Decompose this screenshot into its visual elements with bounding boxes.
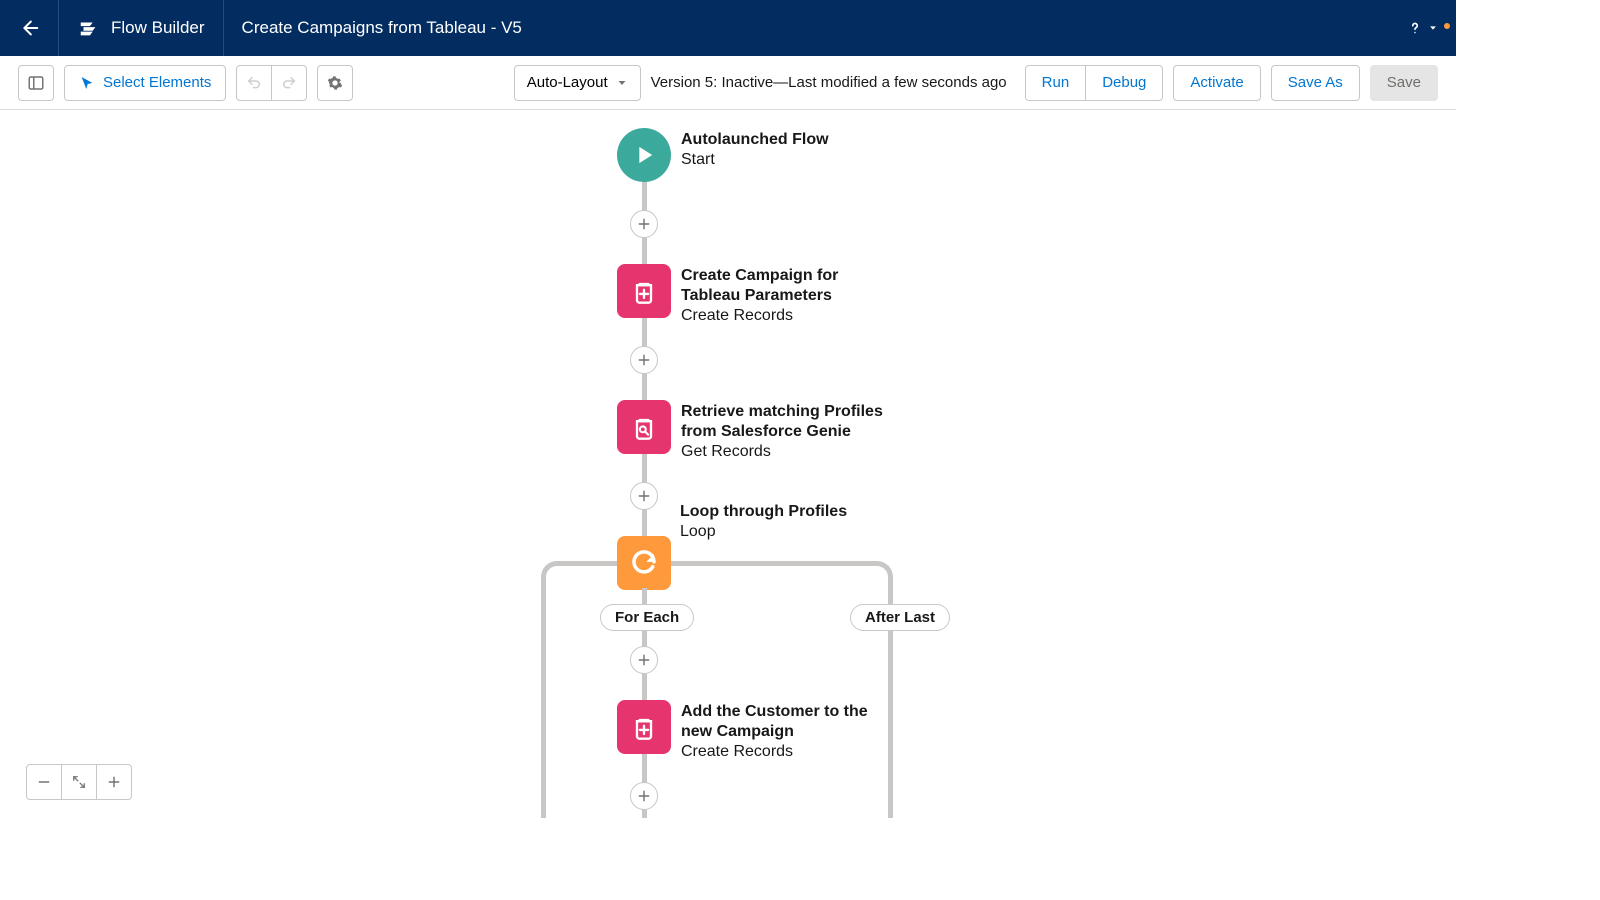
- node-label: Add the Customer to the new Campaign Cre…: [681, 700, 881, 762]
- after-last-label: After Last: [850, 604, 950, 631]
- plus-icon: [637, 217, 651, 231]
- for-each-label: For Each: [600, 604, 694, 631]
- node-label: Create Campaign for Tableau Parameters C…: [681, 264, 881, 326]
- add-element-button[interactable]: [630, 210, 658, 238]
- connector: [671, 561, 877, 566]
- zoom-in-button[interactable]: [96, 764, 132, 800]
- toggle-panel-button[interactable]: [18, 65, 54, 101]
- flow-builder-icon: [77, 16, 101, 40]
- get-records-node[interactable]: Retrieve matching Profiles from Salesfor…: [617, 400, 901, 462]
- history-controls: [236, 65, 307, 101]
- chevron-down-icon: [1428, 23, 1438, 33]
- notification-dot: [1444, 23, 1450, 29]
- chevron-down-icon: [616, 77, 628, 89]
- zoom-controls: [26, 764, 132, 800]
- connector: [541, 577, 546, 818]
- loop-node[interactable]: [617, 536, 671, 590]
- cursor-icon: [79, 75, 95, 91]
- fit-icon: [72, 775, 86, 789]
- fit-to-screen-button[interactable]: [61, 764, 97, 800]
- loop-label: Loop through Profiles Loop: [680, 500, 847, 542]
- loop-icon: [617, 536, 671, 590]
- page-title: Create Campaigns from Tableau - V5: [224, 18, 540, 38]
- node-label: Autolaunched Flow Start: [681, 128, 829, 170]
- help-icon: [1406, 19, 1424, 37]
- zoom-out-button[interactable]: [26, 764, 62, 800]
- plus-icon: [637, 489, 651, 503]
- plus-icon: [107, 775, 121, 789]
- select-elements-label: Select Elements: [103, 74, 211, 91]
- redo-icon: [281, 75, 297, 91]
- run-debug-group: Run Debug: [1025, 65, 1164, 101]
- undo-icon: [246, 75, 262, 91]
- layout-mode-dropdown[interactable]: Auto-Layout: [514, 65, 641, 101]
- arrow-left-icon: [18, 17, 40, 39]
- panel-left-icon: [27, 74, 45, 92]
- connector: [557, 561, 617, 566]
- create-records-node[interactable]: Create Campaign for Tableau Parameters C…: [617, 264, 881, 326]
- flow-canvas[interactable]: Autolaunched Flow Start Create Campaign …: [0, 110, 1456, 818]
- help-menu[interactable]: [1388, 19, 1456, 37]
- save-as-button[interactable]: Save As: [1271, 65, 1360, 101]
- activate-button[interactable]: Activate: [1173, 65, 1260, 101]
- gear-icon: [327, 75, 343, 91]
- start-icon: [617, 128, 671, 182]
- save-button[interactable]: Save: [1370, 65, 1438, 101]
- plus-icon: [637, 353, 651, 367]
- create-records-icon: [617, 700, 671, 754]
- connector: [541, 561, 557, 577]
- select-elements-button[interactable]: Select Elements: [64, 65, 226, 101]
- run-button[interactable]: Run: [1025, 65, 1087, 101]
- version-status: Version 5: Inactive—Last modified a few …: [651, 74, 1007, 91]
- add-element-button[interactable]: [630, 346, 658, 374]
- add-element-button[interactable]: [630, 646, 658, 674]
- redo-button[interactable]: [271, 65, 307, 101]
- start-node[interactable]: Autolaunched Flow Start: [617, 128, 829, 182]
- plus-icon: [637, 653, 651, 667]
- create-records-icon: [617, 264, 671, 318]
- plus-icon: [637, 789, 651, 803]
- node-label: Retrieve matching Profiles from Salesfor…: [681, 400, 901, 462]
- settings-button[interactable]: [317, 65, 353, 101]
- get-records-icon: [617, 400, 671, 454]
- debug-button[interactable]: Debug: [1085, 65, 1163, 101]
- app-header: Flow Builder Create Campaigns from Table…: [0, 0, 1456, 56]
- minus-icon: [37, 775, 51, 789]
- back-button[interactable]: [0, 0, 58, 56]
- app-name: Flow Builder: [111, 18, 205, 38]
- toolbar: Select Elements Auto-Layout Version 5: I…: [0, 56, 1456, 110]
- add-element-button[interactable]: [630, 782, 658, 810]
- layout-mode-label: Auto-Layout: [527, 74, 608, 91]
- connector: [877, 561, 893, 577]
- add-element-button[interactable]: [630, 482, 658, 510]
- app-brand[interactable]: Flow Builder: [58, 0, 224, 56]
- undo-button[interactable]: [236, 65, 272, 101]
- create-records-node-2[interactable]: Add the Customer to the new Campaign Cre…: [617, 700, 881, 762]
